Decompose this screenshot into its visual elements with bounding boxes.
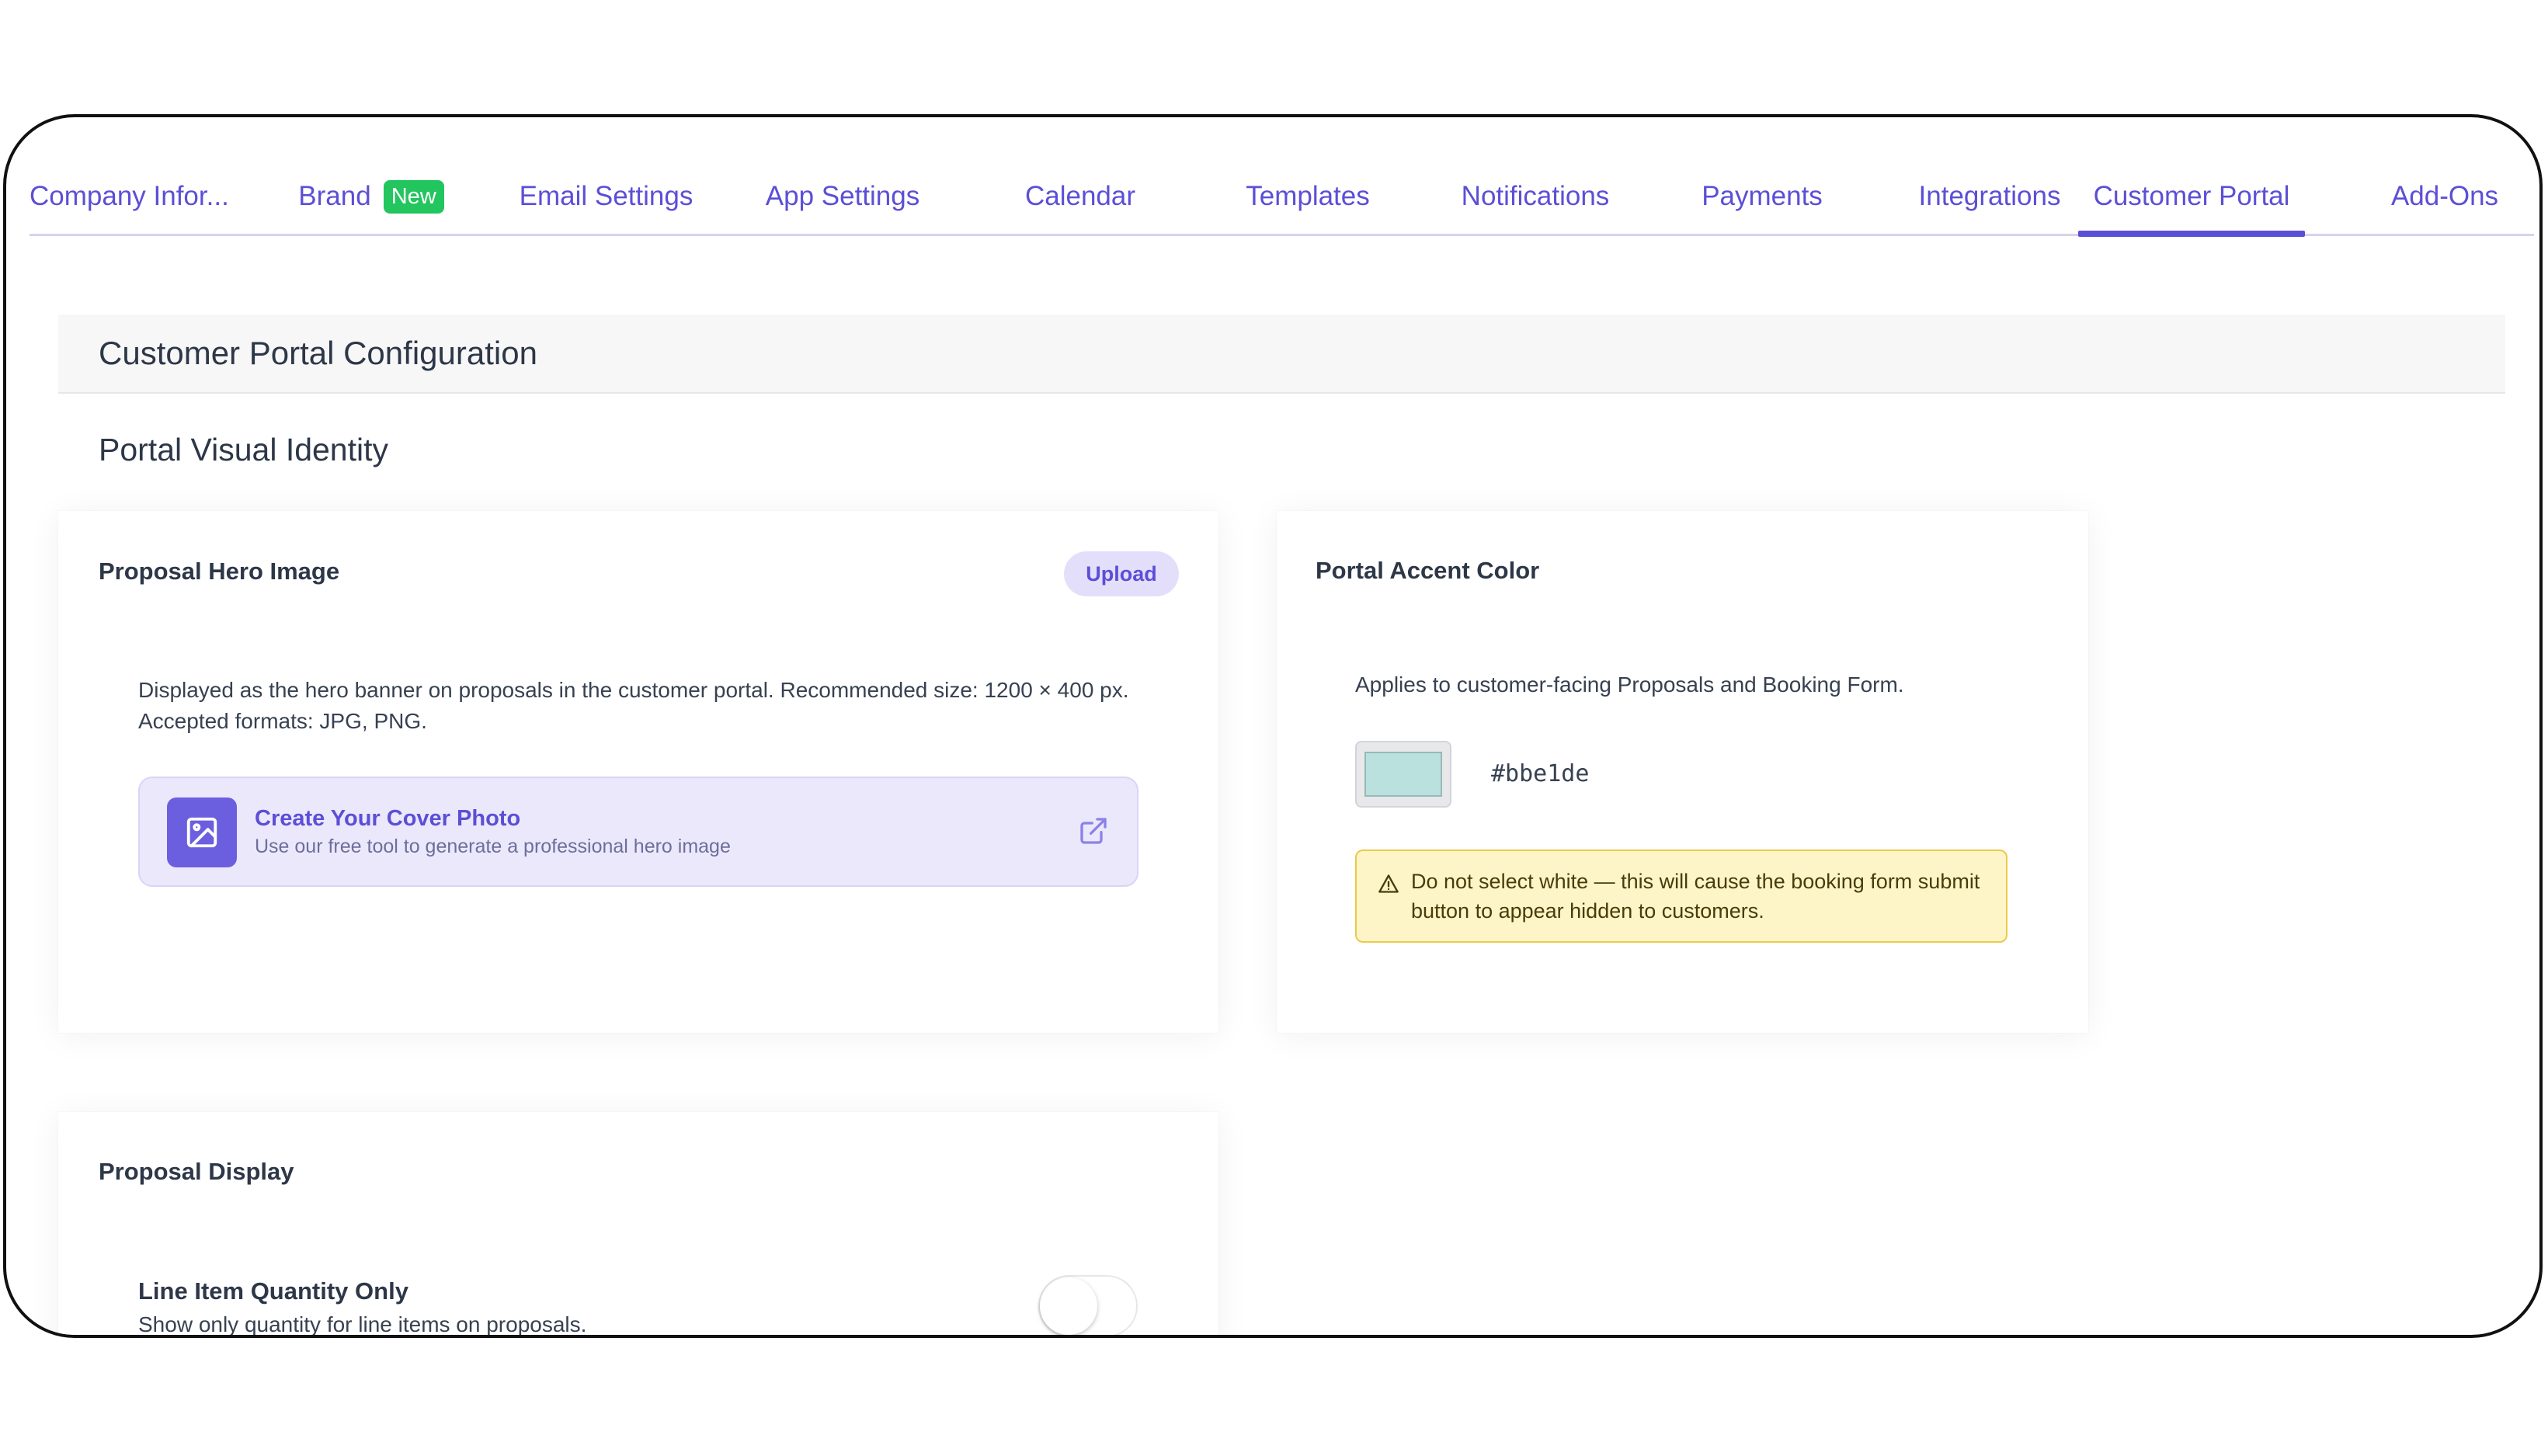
page-title: Customer Portal Configuration — [99, 335, 537, 371]
tab-add-ons[interactable]: Add-Ons — [2336, 159, 2539, 234]
tab-email-settings[interactable]: Email Settings — [495, 159, 717, 234]
warning-text: Do not select white — this will cause th… — [1411, 870, 1980, 923]
cover-photo-title: Create Your Cover Photo — [255, 806, 521, 831]
accent-color-title: Portal Accent Color — [1316, 557, 1540, 584]
new-badge: New — [383, 179, 444, 214]
tab-customer-portal[interactable]: Customer Portal — [2078, 159, 2305, 237]
color-picker-swatch[interactable] — [1355, 741, 1451, 808]
config-header: Customer Portal Configuration — [58, 314, 2505, 394]
section-title-visual-identity: Portal Visual Identity — [99, 432, 389, 467]
line-item-quantity-description: Show only quantity for line items on pro… — [138, 1312, 587, 1336]
color-swatch-fill — [1364, 752, 1442, 797]
tab-notifications[interactable]: Notifications — [1424, 159, 1646, 234]
external-link-icon — [1080, 818, 1107, 844]
hero-image-description: Displayed as the hero banner on proposal… — [138, 678, 1129, 733]
tab-app-settings[interactable]: App Settings — [738, 159, 947, 234]
create-cover-photo-link[interactable]: Create Your Cover Photo Use our free too… — [138, 777, 1138, 887]
accent-color-description: Applies to customer-facing Proposals and… — [1355, 672, 1904, 697]
tab-brand[interactable]: Brand New — [286, 159, 457, 234]
tab-payments[interactable]: Payments — [1653, 159, 1872, 234]
hero-image-card — [58, 511, 1218, 1033]
color-hex-value: #bbe1de — [1491, 760, 1590, 787]
hero-image-title: Proposal Hero Image — [99, 558, 340, 585]
warning-triangle-icon — [1378, 874, 1399, 893]
line-item-quantity-toggle[interactable] — [1038, 1275, 1138, 1335]
cover-photo-subtitle: Use our free tool to generate a professi… — [255, 836, 731, 857]
tab-calendar[interactable]: Calendar — [969, 159, 1191, 234]
upload-button[interactable]: Upload — [1064, 551, 1179, 596]
proposal-display-title: Proposal Display — [99, 1158, 294, 1185]
line-item-quantity-title: Line Item Quantity Only — [138, 1277, 408, 1305]
tab-brand-label: Brand — [298, 181, 371, 211]
tab-integrations[interactable]: Integrations — [1880, 159, 2099, 234]
settings-tabbar: Company Infor... Brand New Email Setting… — [30, 159, 2534, 237]
tab-templates[interactable]: Templates — [1199, 159, 1417, 234]
toggle-knob — [1040, 1277, 1097, 1335]
image-icon — [167, 797, 237, 867]
app-window: Company Infor... Brand New Email Setting… — [3, 114, 2543, 1338]
tab-company-info[interactable]: Company Infor... — [30, 159, 250, 234]
white-color-warning: Do not select white — this will cause th… — [1355, 850, 2007, 943]
